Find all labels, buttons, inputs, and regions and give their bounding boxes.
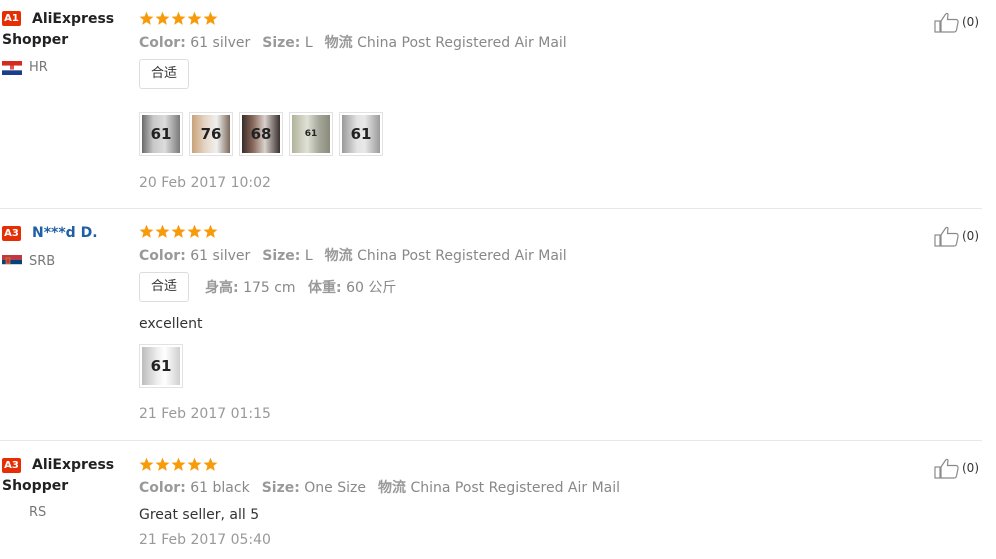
buyer-name: AliExpress Shopper (2, 457, 115, 494)
buyer-height: 身高: 175 cm (205, 280, 296, 296)
star-rating (139, 457, 218, 472)
review-photo[interactable]: 61 (289, 112, 333, 156)
thumbs-up-icon (934, 457, 960, 479)
star-rating (139, 11, 218, 26)
helpful-count: (0) (962, 15, 979, 29)
order-info: Color: 61 black Size: One Size 物流 China Po… (139, 480, 621, 496)
star-icon (171, 457, 186, 472)
helpful-count: (0) (962, 229, 979, 243)
star-icon (203, 11, 218, 26)
buyer-country: HR (29, 60, 48, 75)
buyer-name[interactable]: N***d D. (2, 223, 126, 244)
star-icon (203, 224, 218, 239)
serbia-flag-icon (2, 255, 22, 269)
star-icon (139, 11, 154, 26)
helpful-button[interactable]: (0) (934, 225, 979, 247)
star-icon (187, 11, 202, 26)
star-icon (139, 457, 154, 472)
star-icon (155, 457, 170, 472)
buyer-name: AliExpress Shopper (2, 11, 115, 48)
review-photos: 61 (139, 344, 183, 388)
order-info: Color: 61 silver Size: L 物流 China Post Reg… (139, 248, 567, 264)
review-item: A3 N***d D. SRB Color: 61 silver Size: L物… (0, 209, 982, 440)
review-date: 21 Feb 2017 05:40 (139, 532, 271, 548)
review-photo[interactable]: 61 (139, 344, 183, 388)
fit-tag: 合适 (139, 59, 190, 89)
order-info: Color: 61 silver Size: L 物流 China Post Reg… (139, 35, 567, 51)
star-icon (203, 457, 218, 472)
star-icon (187, 457, 202, 472)
fit-tag: 合适 (139, 272, 190, 302)
review-photo[interactable]: 68 (239, 112, 283, 156)
star-icon (155, 11, 170, 26)
review-date: 20 Feb 2017 10:02 (139, 175, 271, 191)
buyer-weight: 体重: 60 公斤 (308, 280, 397, 296)
review-photos: 61 76 68 61 61 (139, 112, 383, 156)
review-photo[interactable]: 61 (339, 112, 383, 156)
thumbs-up-icon (934, 11, 960, 33)
star-icon (139, 224, 154, 239)
star-icon (187, 224, 202, 239)
buyer-country: RS (29, 505, 47, 520)
star-rating (139, 224, 218, 239)
star-icon (171, 224, 186, 239)
review-item: A1 AliExpress Shopper HR Color: 61 silve… (0, 0, 982, 208)
thumbs-up-icon (934, 225, 960, 247)
croatia-flag-icon (2, 61, 22, 75)
review-date: 21 Feb 2017 01:15 (139, 406, 271, 422)
review-item: A3 AliExpress Shopper RS Color: 61 black… (0, 441, 982, 559)
buyer-country: SRB (29, 254, 56, 269)
star-icon (171, 11, 186, 26)
star-icon (155, 224, 170, 239)
helpful-button[interactable]: (0) (934, 457, 979, 479)
review-photo[interactable]: 61 (139, 112, 183, 156)
review-text: Great seller, all 5 (139, 507, 260, 523)
review-photo[interactable]: 76 (189, 112, 233, 156)
helpful-count: (0) (962, 461, 979, 475)
helpful-button[interactable]: (0) (934, 11, 979, 33)
review-text: excellent (139, 316, 203, 332)
